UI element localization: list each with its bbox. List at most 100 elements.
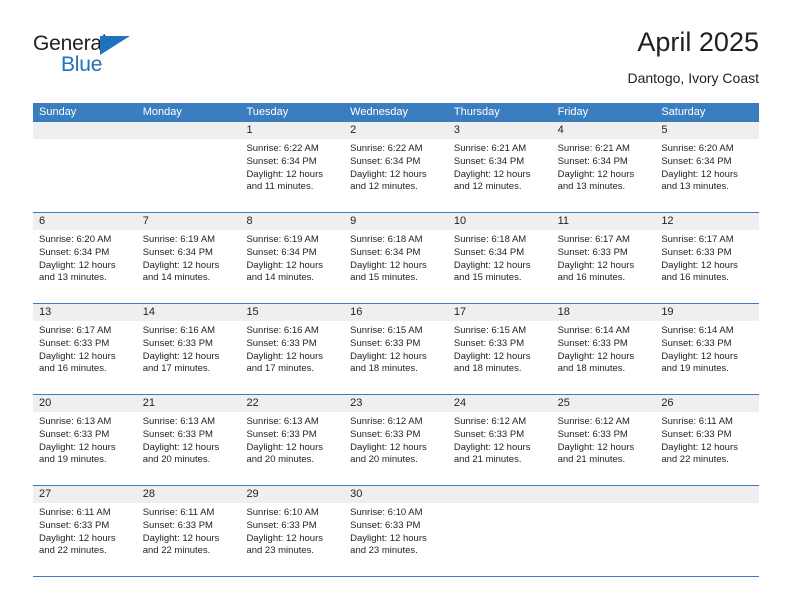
calendar-day-cell[interactable]: 8 Sunrise: 6:19 AM Sunset: 6:34 PM Daylight… xyxy=(240,213,345,303)
day-detail-line: Sunrise: 6:22 AM xyxy=(350,143,423,154)
day-number-bar: 17 xyxy=(447,304,552,321)
weekday-header-row: Sunday Monday Tuesday Wednesday Thursday Frid… xyxy=(33,103,759,122)
calendar-day-cell[interactable]: 9 Sunrise: 6:18 AM Sunset: 6:34 PM Daylight… xyxy=(344,213,448,303)
calendar-day-cell[interactable]: 1 Sunrise: 6:22 AM Sunset: 6:34 PM Daylight… xyxy=(240,122,345,212)
calendar-day-cell-empty xyxy=(136,122,241,212)
day-detail-line: and 14 minutes. xyxy=(246,272,315,284)
day-details: Sunrise: 6:18 AM Sunset: 6:34 PM Daylight:… xyxy=(344,230,448,285)
day-details: Sunrise: 6:12 AM Sunset: 6:33 PM Daylight:… xyxy=(448,412,552,467)
day-detail-line: Sunrise: 6:18 AM xyxy=(350,234,423,245)
day-detail-line: and 16 minutes. xyxy=(39,363,107,375)
day-number-bar: 13 xyxy=(33,304,137,321)
calendar-day-cell[interactable]: 28 Sunrise: 6:11 AM Sunset: 6:33 PM Dayligh… xyxy=(136,486,241,576)
day-detail-line: Sunrise: 6:15 AM xyxy=(453,325,527,336)
calendar-day-cell[interactable]: 16 Sunrise: 6:15 AM Sunset: 6:33 PM Dayligh… xyxy=(344,304,448,394)
day-detail-line: Sunset: 6:33 PM xyxy=(350,519,421,531)
day-detail-line: Sunrise: 6:10 AM xyxy=(246,507,319,518)
calendar-day-cell[interactable]: 2 Sunrise: 6:22 AM Sunset: 6:34 PM Daylight… xyxy=(344,122,448,212)
calendar-week-row: 27 Sunrise: 6:11 AM Sunset: 6:33 PM Dayligh… xyxy=(33,486,760,577)
day-details: Sunrise: 6:20 AM Sunset: 6:34 PM Daylight:… xyxy=(33,230,137,285)
calendar-day-cell[interactable]: 19 Sunrise: 6:14 AM Sunset: 6:33 PM Dayligh… xyxy=(655,304,760,394)
calendar-day-cell[interactable]: 4 Sunrise: 6:21 AM Sunset: 6:34 PM Daylight… xyxy=(551,122,656,212)
calendar-day-cell[interactable]: 26 Sunrise: 6:11 AM Sunset: 6:33 PM Dayligh… xyxy=(655,395,760,485)
calendar-day-cell[interactable]: 15 Sunrise: 6:16 AM Sunset: 6:33 PM Dayligh… xyxy=(240,304,345,394)
calendar-day-cell[interactable]: 7 Sunrise: 6:19 AM Sunset: 6:34 PM Daylight… xyxy=(136,213,241,303)
calendar-day-cell[interactable]: 20 Sunrise: 6:13 AM Sunset: 6:33 PM Dayligh… xyxy=(33,395,137,485)
day-detail-line: Sunset: 6:33 PM xyxy=(350,428,421,440)
calendar-day-cell[interactable]: 11 Sunrise: 6:17 AM Sunset: 6:33 PM Dayligh… xyxy=(551,213,656,303)
day-detail-line: Daylight: 12 hours xyxy=(453,259,531,271)
day-detail-line: Sunrise: 6:13 AM xyxy=(142,416,216,427)
day-detail-line: and 21 minutes. xyxy=(453,454,522,466)
day-details: Sunrise: 6:14 AM Sunset: 6:33 PM Daylight:… xyxy=(655,321,759,376)
day-detail-line: Sunset: 6:33 PM xyxy=(661,246,732,258)
day-detail-line: Daylight: 12 hours xyxy=(39,441,116,453)
day-detail-line: Sunrise: 6:19 AM xyxy=(142,234,216,245)
calendar-day-cell[interactable]: 13 Sunrise: 6:17 AM Sunset: 6:33 PM Dayligh… xyxy=(33,304,137,394)
day-number-bar: 27 xyxy=(33,486,137,503)
calendar-day-cell[interactable]: 3 Sunrise: 6:21 AM Sunset: 6:34 PM Daylight… xyxy=(447,122,552,212)
day-detail-line: Daylight: 12 hours xyxy=(142,259,220,271)
day-detail-line: Daylight: 12 hours xyxy=(557,259,635,271)
day-details: Sunrise: 6:11 AM Sunset: 6:33 PM Daylight:… xyxy=(33,503,137,558)
day-detail-line: Sunset: 6:33 PM xyxy=(142,337,213,349)
day-details: Sunrise: 6:12 AM Sunset: 6:33 PM Daylight:… xyxy=(344,412,448,467)
day-detail-line: and 18 minutes. xyxy=(453,363,522,375)
calendar-day-cell[interactable]: 6 Sunrise: 6:20 AM Sunset: 6:34 PM Daylight… xyxy=(33,213,137,303)
day-number-bar: 15 xyxy=(240,304,345,321)
day-detail-line: Sunset: 6:33 PM xyxy=(39,428,110,440)
logo-triangle-icon xyxy=(100,36,130,55)
day-number-bar: 21 xyxy=(136,395,241,412)
day-detail-line: and 11 minutes. xyxy=(246,181,314,193)
day-details: Sunrise: 6:21 AM Sunset: 6:34 PM Daylight:… xyxy=(448,139,552,194)
day-detail-line: and 13 minutes. xyxy=(557,181,626,193)
day-detail-line: and 22 minutes. xyxy=(39,545,107,557)
calendar-day-cell[interactable]: 14 Sunrise: 6:16 AM Sunset: 6:33 PM Dayligh… xyxy=(136,304,241,394)
day-number-bar: 25 xyxy=(551,395,656,412)
day-details: Sunrise: 6:15 AM Sunset: 6:33 PM Daylight:… xyxy=(448,321,552,376)
day-detail-line: and 18 minutes. xyxy=(350,363,418,375)
day-number-bar: 1 xyxy=(240,122,345,139)
day-detail-line: Sunset: 6:34 PM xyxy=(246,155,317,167)
day-number: 29 xyxy=(246,488,259,500)
day-number-bar: 12 xyxy=(655,213,760,230)
day-detail-line: and 20 minutes. xyxy=(142,454,211,466)
calendar-day-cell[interactable]: 23 Sunrise: 6:12 AM Sunset: 6:33 PM Dayligh… xyxy=(344,395,448,485)
day-number: 22 xyxy=(246,397,259,409)
day-detail-line: Daylight: 12 hours xyxy=(453,441,531,453)
calendar-day-cell[interactable]: 22 Sunrise: 6:13 AM Sunset: 6:33 PM Dayligh… xyxy=(240,395,345,485)
day-detail-line: Sunrise: 6:20 AM xyxy=(661,143,734,154)
day-detail-line: Sunset: 6:33 PM xyxy=(39,337,110,349)
day-detail-line: Daylight: 12 hours xyxy=(557,441,635,453)
day-detail-line: Daylight: 12 hours xyxy=(350,532,427,544)
day-details: Sunrise: 6:14 AM Sunset: 6:33 PM Daylight:… xyxy=(552,321,656,376)
calendar-day-cell[interactable]: 27 Sunrise: 6:11 AM Sunset: 6:33 PM Dayligh… xyxy=(33,486,137,576)
day-number-bar xyxy=(447,486,552,503)
calendar-day-cell[interactable]: 30 Sunrise: 6:10 AM Sunset: 6:33 PM Dayligh… xyxy=(344,486,448,576)
day-details: Sunrise: 6:13 AM Sunset: 6:33 PM Daylight:… xyxy=(137,412,241,467)
day-details: Sunrise: 6:17 AM Sunset: 6:33 PM Daylight:… xyxy=(655,230,759,285)
day-detail-line: Daylight: 12 hours xyxy=(246,532,324,544)
title-block: April 2025 Dantogo, Ivory Coast xyxy=(627,26,759,88)
calendar-day-cell[interactable]: 12 Sunrise: 6:17 AM Sunset: 6:33 PM Dayligh… xyxy=(655,213,760,303)
page-header: General Blue April 2025 Dantogo, Ivory C… xyxy=(33,26,759,98)
calendar-weeks: 1 Sunrise: 6:22 AM Sunset: 6:34 PM Daylight… xyxy=(33,122,760,577)
day-number: 24 xyxy=(453,397,467,409)
calendar-day-cell[interactable]: 5 Sunrise: 6:20 AM Sunset: 6:34 PM Daylight… xyxy=(655,122,760,212)
calendar-day-cell[interactable]: 29 Sunrise: 6:10 AM Sunset: 6:33 PM Dayligh… xyxy=(240,486,345,576)
calendar-day-cell[interactable]: 17 Sunrise: 6:15 AM Sunset: 6:33 PM Dayligh… xyxy=(447,304,552,394)
day-number: 20 xyxy=(39,397,52,409)
calendar-day-cell[interactable]: 10 Sunrise: 6:18 AM Sunset: 6:34 PM Dayligh… xyxy=(447,213,552,303)
day-detail-line: Sunrise: 6:11 AM xyxy=(39,507,111,518)
day-detail-line: and 22 minutes. xyxy=(661,454,729,466)
day-detail-line: Daylight: 12 hours xyxy=(453,350,531,362)
day-detail-line: Sunset: 6:34 PM xyxy=(557,155,628,167)
calendar-day-cell[interactable]: 21 Sunrise: 6:13 AM Sunset: 6:33 PM Dayligh… xyxy=(136,395,241,485)
day-details: Sunrise: 6:10 AM Sunset: 6:33 PM Daylight:… xyxy=(240,503,344,558)
calendar-day-cell[interactable]: 18 Sunrise: 6:14 AM Sunset: 6:33 PM Dayligh… xyxy=(551,304,656,394)
calendar-day-cell[interactable]: 24 Sunrise: 6:12 AM Sunset: 6:33 PM Dayligh… xyxy=(447,395,552,485)
calendar-day-cell[interactable]: 25 Sunrise: 6:12 AM Sunset: 6:33 PM Dayligh… xyxy=(551,395,656,485)
day-number-bar: 18 xyxy=(551,304,656,321)
day-number: 1 xyxy=(246,124,253,136)
day-details: Sunrise: 6:18 AM Sunset: 6:34 PM Daylight:… xyxy=(448,230,552,285)
